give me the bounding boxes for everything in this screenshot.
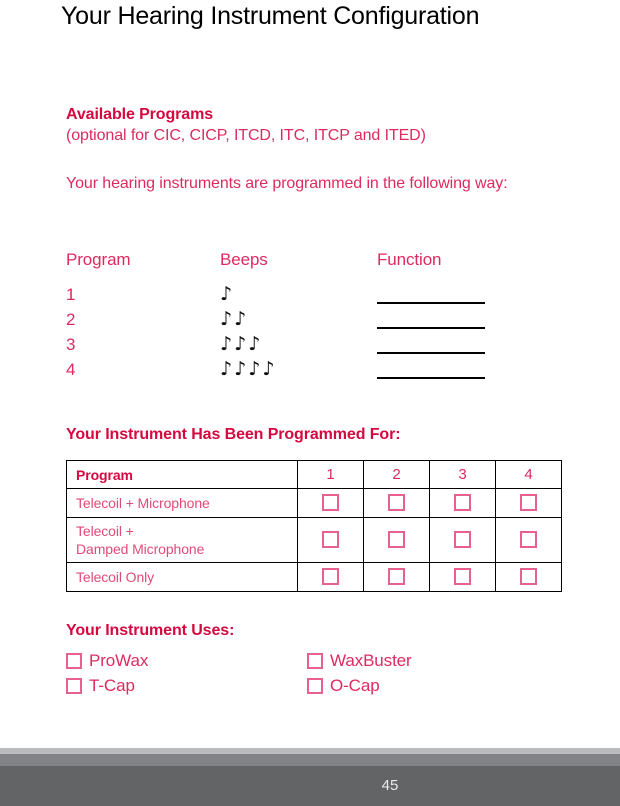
- checkbox-icon[interactable]: [322, 568, 339, 586]
- page-footer: 45: [0, 748, 620, 806]
- page-title: Your Hearing Instrument Configuration: [61, 2, 480, 30]
- checkbox-icon[interactable]: [307, 652, 323, 669]
- checkbox-cell[interactable]: [363, 488, 430, 518]
- use-option-label: ProWax: [89, 651, 149, 670]
- checkbox-cell[interactable]: [429, 562, 496, 592]
- function-write-in-line[interactable]: [377, 302, 485, 304]
- table-header-program: Program: [66, 460, 298, 489]
- table-row: Telecoil + Damped Microphone: [66, 517, 562, 563]
- checkbox-cell[interactable]: [495, 517, 562, 563]
- checkbox-icon[interactable]: [454, 568, 471, 586]
- checkbox-cell[interactable]: [363, 517, 430, 563]
- checkbox-icon[interactable]: [520, 568, 537, 586]
- table-header-row: Program 1 2 3 4: [66, 460, 562, 489]
- checkbox-cell[interactable]: [429, 488, 496, 518]
- row-label-line2: Damped Microphone: [76, 541, 205, 557]
- checkbox-cell[interactable]: [363, 562, 430, 592]
- available-programs-heading: Available Programs: [66, 106, 214, 123]
- checkbox-cell[interactable]: [297, 517, 364, 563]
- checkbox-icon[interactable]: [322, 494, 339, 512]
- checkbox-cell[interactable]: [297, 562, 364, 592]
- row-label-line1: Telecoil +: [76, 523, 134, 539]
- beeps-table: Program Beeps Function 1 ♪ 2 ♪♪ 3 ♪♪♪ 4 …: [66, 250, 546, 382]
- instrument-uses-heading: Your Instrument Uses:: [66, 622, 235, 639]
- checkbox-cell[interactable]: [495, 488, 562, 518]
- available-programs-intro: Your hearing instruments are programmed …: [66, 175, 508, 192]
- function-write-in-line[interactable]: [377, 327, 485, 329]
- checkbox-cell[interactable]: [297, 488, 364, 518]
- checkbox-icon[interactable]: [520, 531, 537, 549]
- checkbox-icon[interactable]: [388, 568, 405, 586]
- row-label: Telecoil Only: [66, 562, 298, 592]
- available-programs-section: Available Programs (optional for CIC, CI…: [66, 104, 566, 147]
- beeps-row: 3 ♪♪♪: [66, 332, 546, 357]
- checkbox-icon[interactable]: [307, 677, 323, 694]
- use-option-waxbuster[interactable]: WaxBuster: [307, 648, 412, 673]
- instrument-uses-row: ProWax WaxBuster: [66, 648, 486, 673]
- beeps-program-number: 1: [66, 285, 76, 304]
- checkbox-cell[interactable]: [429, 517, 496, 563]
- table-header-4: 4: [495, 460, 562, 489]
- row-label: Telecoil + Microphone: [66, 488, 298, 518]
- beeps-program-number: 2: [66, 310, 76, 329]
- footer-band-mid: [0, 754, 620, 766]
- beeps-col-function-header: Function: [377, 250, 442, 269]
- checkbox-icon[interactable]: [520, 494, 537, 512]
- beeps-table-header: Program Beeps Function: [66, 250, 546, 282]
- use-option-label: T-Cap: [89, 676, 135, 695]
- instrument-uses-options: ProWax WaxBuster T-Cap O-Cap: [66, 648, 486, 698]
- page-number: 45: [381, 777, 399, 794]
- checkbox-icon[interactable]: [66, 652, 82, 669]
- checkbox-icon[interactable]: [388, 494, 405, 512]
- table-header-3: 3: [429, 460, 496, 489]
- available-programs-subheading: (optional for CIC, CICP, ITCD, ITC, ITCP…: [66, 127, 426, 144]
- beeps-program-number: 4: [66, 360, 76, 379]
- beep-notes-icon: ♪♪♪: [220, 333, 263, 355]
- table-row: Telecoil Only: [66, 562, 562, 592]
- beeps-col-program-header: Program: [66, 250, 131, 269]
- beeps-row: 4 ♪♪♪♪: [66, 357, 546, 382]
- beep-notes-icon: ♪♪♪♪: [220, 358, 277, 380]
- table-row: Telecoil + Microphone: [66, 488, 562, 518]
- function-write-in-line[interactable]: [377, 352, 485, 354]
- instrument-uses-row: T-Cap O-Cap: [66, 673, 486, 698]
- beeps-row: 2 ♪♪: [66, 307, 546, 332]
- use-option-label: WaxBuster: [330, 651, 412, 670]
- checkbox-icon[interactable]: [454, 531, 471, 549]
- programmed-for-heading: Your Instrument Has Been Programmed For:: [66, 426, 401, 443]
- table-header-2: 2: [363, 460, 430, 489]
- function-write-in-line[interactable]: [377, 377, 485, 379]
- use-option-o-cap[interactable]: O-Cap: [307, 673, 380, 698]
- checkbox-icon[interactable]: [322, 531, 339, 549]
- beeps-program-number: 3: [66, 335, 76, 354]
- beep-notes-icon: ♪: [220, 283, 235, 305]
- checkbox-icon[interactable]: [454, 494, 471, 512]
- programmed-for-table: Program 1 2 3 4 Telecoil + Microphone Te…: [66, 460, 562, 592]
- beep-notes-icon: ♪♪: [220, 308, 249, 330]
- use-option-label: O-Cap: [330, 676, 380, 695]
- table-header-1: 1: [297, 460, 364, 489]
- checkbox-icon[interactable]: [388, 531, 405, 549]
- use-option-prowax[interactable]: ProWax: [66, 648, 148, 673]
- checkbox-icon[interactable]: [66, 677, 82, 694]
- beeps-row: 1 ♪: [66, 282, 546, 307]
- checkbox-cell[interactable]: [495, 562, 562, 592]
- beeps-col-beeps-header: Beeps: [220, 250, 268, 269]
- use-option-t-cap[interactable]: T-Cap: [66, 673, 135, 698]
- row-label: Telecoil + Damped Microphone: [66, 517, 298, 563]
